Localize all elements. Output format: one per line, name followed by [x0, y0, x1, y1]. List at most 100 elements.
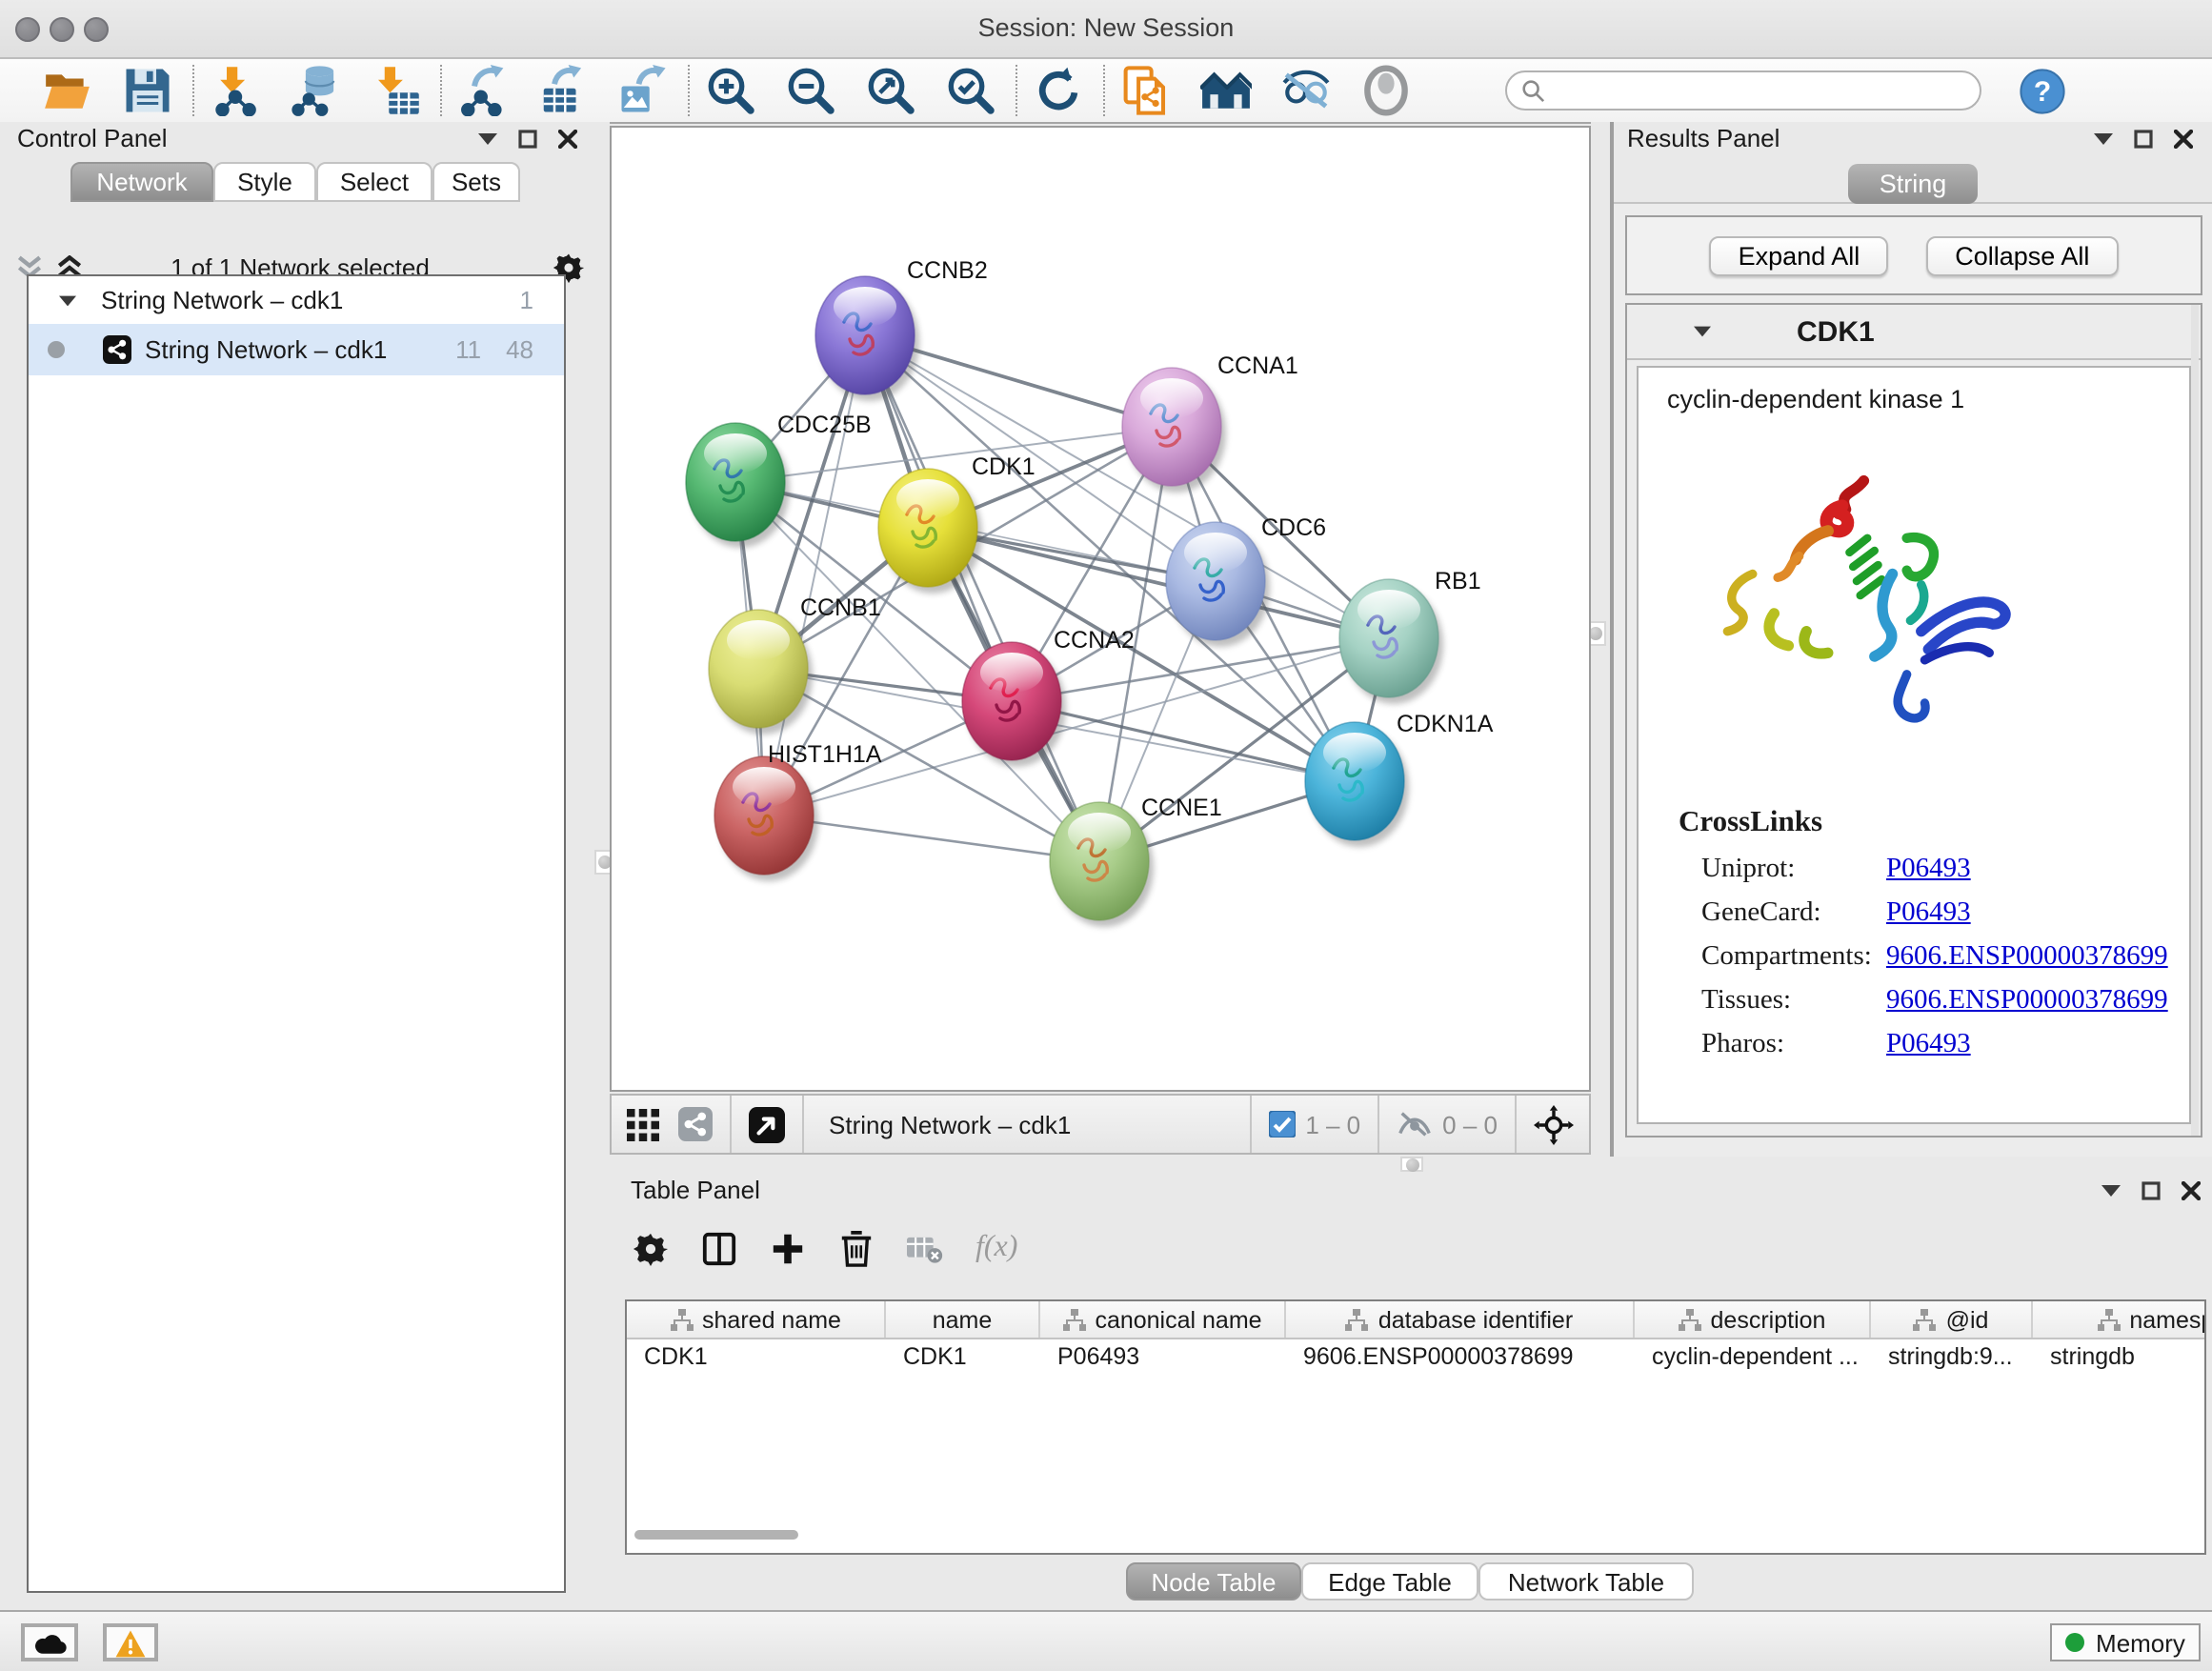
- left-splitter[interactable]: [600, 122, 610, 1610]
- node-table[interactable]: shared namename canonical name database id…: [625, 1299, 2206, 1555]
- panel-close-icon[interactable]: [558, 130, 577, 149]
- panel-float-icon[interactable]: [2134, 130, 2153, 149]
- zoom-out-icon[interactable]: [785, 65, 836, 116]
- panel-float-icon[interactable]: [518, 130, 537, 149]
- crosslink-link[interactable]: P06493: [1886, 854, 1971, 884]
- hidden-elements-icon[interactable]: [1397, 1111, 1433, 1137]
- selected-checkbox-icon[interactable]: [1269, 1111, 1296, 1137]
- minimize-window-icon[interactable]: [50, 17, 74, 42]
- add-column-icon[interactable]: [770, 1230, 806, 1266]
- zoom-selected-icon[interactable]: [945, 65, 996, 116]
- column-header-namespace[interactable]: namespace: [2033, 1301, 2206, 1338]
- string-network-icon: [103, 335, 131, 364]
- network-edge-CCNB2-CCNE1[interactable]: [865, 335, 1099, 861]
- clear-table-icon[interactable]: [907, 1230, 943, 1266]
- gear-icon[interactable]: [633, 1230, 669, 1266]
- open-folder-icon[interactable]: [42, 65, 93, 116]
- help-icon[interactable]: ?: [2020, 68, 2065, 113]
- panel-menu-icon[interactable]: [2101, 1181, 2121, 1200]
- gene-section-header[interactable]: CDK1: [1627, 305, 2201, 360]
- network-row[interactable]: String Network – cdk1 11 48: [29, 324, 564, 375]
- warnings-button[interactable]: [103, 1623, 158, 1661]
- column-header-name[interactable]: name: [886, 1301, 1040, 1338]
- table-hscrollbar[interactable]: [634, 1530, 798, 1540]
- cloud-status-button[interactable]: [21, 1623, 78, 1661]
- right-splitter[interactable]: [1591, 122, 1610, 1157]
- show-eye-icon[interactable]: [1360, 65, 1412, 116]
- import-table-icon[interactable]: [370, 65, 421, 116]
- column-header-shared-name[interactable]: shared name: [627, 1301, 886, 1338]
- refresh-icon[interactable]: [1033, 65, 1084, 116]
- delete-column-icon[interactable]: [838, 1230, 875, 1266]
- search-box[interactable]: [1505, 70, 1981, 111]
- hide-glasses-icon[interactable]: [1280, 65, 1332, 116]
- export-image-icon[interactable]: [617, 65, 669, 116]
- network-collection-row[interactable]: String Network – cdk1 1: [29, 276, 564, 324]
- network-node-CDC6[interactable]: [1166, 522, 1270, 647]
- network-node-CCNA2[interactable]: [962, 642, 1066, 767]
- zoom-fit-icon[interactable]: [865, 65, 916, 116]
- column-label: canonical name: [1095, 1306, 1261, 1333]
- panel-close-icon[interactable]: [2174, 130, 2193, 149]
- column-header-canonical-name[interactable]: canonical name: [1040, 1301, 1286, 1338]
- tab-network-table[interactable]: Network Table: [1478, 1562, 1694, 1601]
- zoom-in-icon[interactable]: [705, 65, 756, 116]
- import-network-icon[interactable]: [210, 65, 261, 116]
- crosslink-link[interactable]: P06493: [1886, 1029, 1971, 1059]
- splitter-handle[interactable]: [1400, 1157, 1423, 1172]
- results-scrollbar[interactable]: [2191, 305, 2199, 1136]
- fit-selected-crosshair-icon[interactable]: [1534, 1104, 1574, 1144]
- horizontal-splitter[interactable]: [610, 1155, 2212, 1174]
- tab-sets[interactable]: Sets: [432, 162, 520, 202]
- gene-caret-icon[interactable]: [1694, 326, 1711, 337]
- export-table-icon[interactable]: [537, 65, 589, 116]
- collection-caret-icon[interactable]: [59, 294, 76, 306]
- tab-node-table[interactable]: Node Table: [1126, 1562, 1301, 1601]
- network-node-CDKN1A[interactable]: [1305, 722, 1409, 847]
- tab-string[interactable]: String: [1849, 164, 1978, 204]
- close-window-icon[interactable]: [15, 17, 40, 42]
- panel-menu-icon[interactable]: [2094, 130, 2113, 149]
- search-input[interactable]: [1555, 77, 1966, 104]
- column-header--id[interactable]: @id: [1871, 1301, 2033, 1338]
- crosslink-link[interactable]: 9606.ENSP00000378699: [1886, 985, 2168, 1016]
- network-edge-CDK1-RB1[interactable]: [928, 528, 1389, 638]
- panel-menu-icon[interactable]: [478, 130, 497, 149]
- network-graph[interactable]: CCNB2CCNA1CDC25BCDK1CDC6RB1CCNB1CCNA2CDK…: [612, 128, 1589, 1090]
- crosslink-row: Compartments:9606.ENSP00000378699: [1679, 941, 2189, 972]
- network-canvas[interactable]: CCNB2CCNA1CDC25BCDK1CDC6RB1CCNB1CCNA2CDK…: [610, 126, 1591, 1092]
- node-label-HIST1H1A: HIST1H1A: [768, 741, 882, 768]
- network-node-RB1[interactable]: [1339, 579, 1443, 704]
- tab-edge-table[interactable]: Edge Table: [1301, 1562, 1478, 1601]
- birdseye-view-icon[interactable]: [627, 1108, 659, 1140]
- save-icon[interactable]: [122, 65, 173, 116]
- export-network-icon[interactable]: [457, 65, 509, 116]
- expand-all-button[interactable]: Expand All: [1710, 235, 1889, 275]
- maximize-window-icon[interactable]: [84, 17, 109, 42]
- tab-select[interactable]: Select: [316, 162, 432, 202]
- table-toolbar: f(x): [633, 1221, 1017, 1275]
- share-document-icon[interactable]: [1120, 65, 1172, 116]
- panel-float-icon[interactable]: [2142, 1181, 2161, 1200]
- collapse-all-button[interactable]: Collapse All: [1926, 235, 2118, 275]
- split-column-icon[interactable]: [701, 1230, 737, 1266]
- crosslink-link[interactable]: 9606.ENSP00000378699: [1886, 941, 2168, 972]
- memory-button[interactable]: Memory: [2050, 1623, 2201, 1661]
- network-node-CCNB1[interactable]: [709, 610, 813, 735]
- network-node-CDK1[interactable]: [878, 469, 982, 594]
- network-node-CCNB2[interactable]: [815, 276, 919, 401]
- network-node-HIST1H1A[interactable]: [714, 756, 818, 881]
- tab-network[interactable]: Network: [70, 162, 213, 202]
- open-in-new-window-icon[interactable]: [749, 1106, 785, 1142]
- panel-close-icon[interactable]: [2182, 1181, 2201, 1200]
- network-node-CCNA1[interactable]: [1122, 368, 1226, 493]
- string-home-icon[interactable]: [1200, 65, 1252, 116]
- network-node-CCNE1[interactable]: [1050, 802, 1154, 927]
- network-node-CDC25B[interactable]: [686, 423, 790, 548]
- table-row[interactable]: CDK1CDK1P064939606.ENSP00000378699cyclin…: [627, 1339, 2204, 1374]
- tab-style[interactable]: Style: [213, 162, 316, 202]
- import-database-icon[interactable]: [290, 65, 341, 116]
- crosslink-link[interactable]: P06493: [1886, 897, 1971, 928]
- column-header-description[interactable]: description: [1635, 1301, 1871, 1338]
- column-header-database-identifier[interactable]: database identifier: [1286, 1301, 1635, 1338]
